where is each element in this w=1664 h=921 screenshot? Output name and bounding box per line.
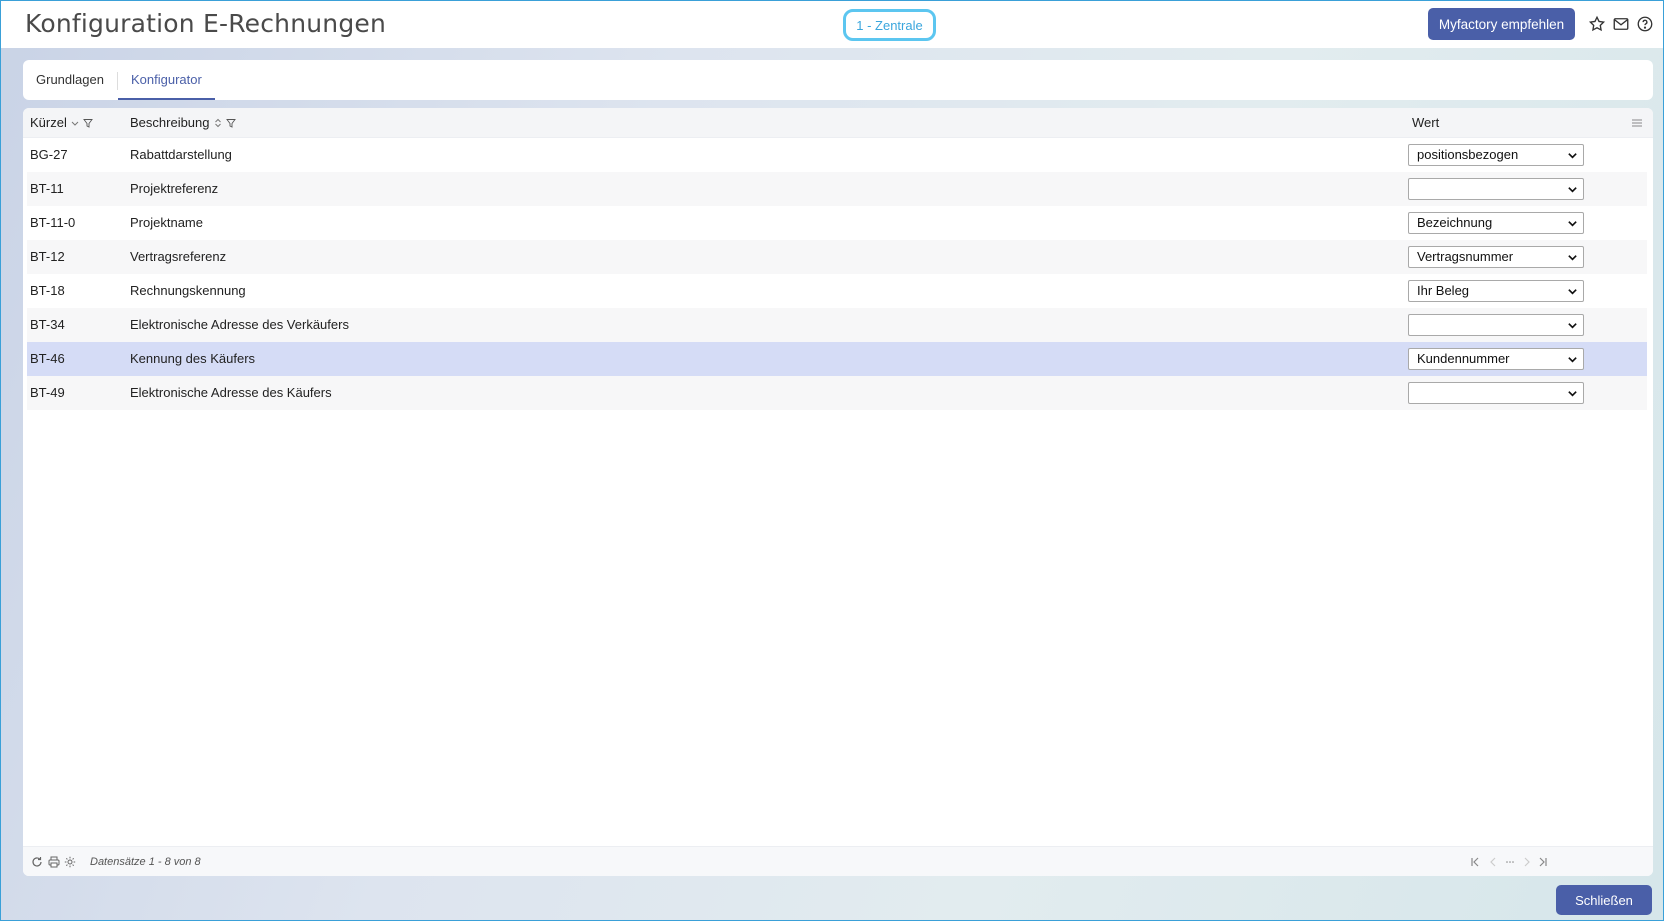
- description-cell: Elektronische Adresse des Käufers: [130, 385, 332, 400]
- next-page-icon[interactable]: [1521, 856, 1533, 868]
- prev-page-icon[interactable]: [1487, 856, 1499, 868]
- star-icon[interactable]: [1588, 15, 1606, 33]
- tab-grundlagen[interactable]: Grundlagen: [36, 60, 104, 100]
- code-cell: BT-12: [30, 249, 65, 264]
- table-row[interactable]: BT-11 Projektreferenz: [27, 172, 1647, 206]
- value-select-text: Bezeichnung: [1417, 215, 1493, 230]
- description-cell: Elektronische Adresse des Verkäufers: [130, 317, 349, 332]
- description-cell: Rabattdarstellung: [130, 147, 232, 162]
- column-label-code: Kürzel: [30, 115, 67, 130]
- page-title: Konfiguration E-Rechnungen: [25, 9, 387, 38]
- code-cell: BT-49: [30, 385, 65, 400]
- table-row[interactable]: BT-18 Rechnungskennung Ihr Beleg: [27, 274, 1647, 308]
- tenant-selector[interactable]: 1 - Zentrale: [843, 9, 936, 41]
- chevron-down-icon: [1568, 391, 1577, 397]
- code-cell: BG-27: [30, 147, 68, 162]
- value-select-text: Vertragsnummer: [1417, 249, 1514, 264]
- sort-icon[interactable]: [213, 118, 223, 128]
- column-label-value: Wert: [1412, 115, 1440, 130]
- code-cell: BT-34: [30, 317, 65, 332]
- records-count: Datensätze 1 - 8 von 8: [90, 856, 201, 868]
- filter-icon[interactable]: [225, 118, 236, 128]
- code-cell: BT-18: [30, 283, 65, 298]
- value-select[interactable]: Kundennummer: [1408, 348, 1584, 370]
- value-select[interactable]: Bezeichnung: [1408, 212, 1584, 234]
- recommend-button[interactable]: Myfactory empfehlen: [1428, 8, 1575, 40]
- table-row[interactable]: BG-27 Rabattdarstellung positionsbezogen: [27, 138, 1647, 172]
- print-icon[interactable]: [48, 856, 60, 868]
- description-cell: Projektname: [130, 215, 203, 230]
- chevron-down-icon: [1568, 357, 1577, 363]
- value-select[interactable]: [1408, 178, 1584, 200]
- value-select-text: positionsbezogen: [1417, 147, 1519, 162]
- chevron-down-icon: [1568, 289, 1577, 295]
- value-select[interactable]: [1408, 382, 1584, 404]
- column-label-description: Beschreibung: [130, 115, 210, 130]
- sort-down-icon[interactable]: [70, 118, 80, 128]
- table-row[interactable]: BT-34 Elektronische Adresse des Verkäufe…: [27, 308, 1647, 342]
- value-select-text: Kundennummer: [1417, 351, 1510, 366]
- first-page-icon[interactable]: [1469, 856, 1481, 868]
- chevron-down-icon: [1568, 255, 1577, 261]
- close-button[interactable]: Schließen: [1556, 885, 1652, 915]
- code-cell: BT-46: [30, 351, 65, 366]
- page-ellipsis-icon: [1506, 861, 1514, 863]
- value-select[interactable]: Ihr Beleg: [1408, 280, 1584, 302]
- help-icon[interactable]: [1636, 15, 1654, 33]
- settings-gear-icon[interactable]: [64, 856, 76, 868]
- value-select-text: Ihr Beleg: [1417, 283, 1470, 298]
- grid-header: Kürzel Beschreibung Wert: [23, 108, 1653, 138]
- value-select[interactable]: [1408, 314, 1584, 336]
- filter-icon[interactable]: [82, 118, 93, 128]
- chevron-down-icon: [1568, 323, 1577, 329]
- tab-bar: Grundlagen Konfigurator: [23, 60, 1653, 100]
- code-cell: BT-11-0: [30, 215, 76, 230]
- table-row[interactable]: BT-49 Elektronische Adresse des Käufers: [27, 376, 1647, 410]
- chevron-down-icon: [1568, 153, 1577, 159]
- tab-konfigurator[interactable]: Konfigurator: [118, 60, 215, 100]
- description-cell: Rechnungskennung: [130, 283, 246, 298]
- description-cell: Kennung des Käufers: [130, 351, 256, 366]
- last-page-icon[interactable]: [1537, 856, 1549, 868]
- value-select[interactable]: Vertragsnummer: [1408, 246, 1584, 268]
- table-row-selected[interactable]: BT-46 Kennung des Käufers Kundennummer: [27, 342, 1647, 376]
- mail-icon[interactable]: [1612, 15, 1630, 33]
- chevron-down-icon: [1568, 221, 1577, 227]
- column-header-code[interactable]: Kürzel: [30, 108, 93, 138]
- code-cell: BT-11: [30, 181, 64, 196]
- column-header-description[interactable]: Beschreibung: [130, 108, 236, 138]
- grid-footer: Datensätze 1 - 8 von 8: [23, 846, 1653, 876]
- table-row[interactable]: BT-12 Vertragsreferenz Vertragsnummer: [27, 240, 1647, 274]
- description-cell: Vertragsreferenz: [130, 249, 227, 264]
- chevron-down-icon: [1568, 187, 1577, 193]
- table-row[interactable]: BT-11-0 Projektname Bezeichnung: [27, 206, 1647, 240]
- column-header-value[interactable]: Wert: [1412, 108, 1439, 138]
- config-grid: Kürzel Beschreibung Wert BG-27 Rabattdar…: [23, 108, 1653, 876]
- column-menu-icon[interactable]: [1631, 117, 1643, 129]
- refresh-icon[interactable]: [31, 856, 43, 868]
- description-cell: Projektreferenz: [130, 181, 219, 196]
- app-header: Konfiguration E-Rechnungen 1 - Zentrale …: [1, 1, 1663, 48]
- value-select[interactable]: positionsbezogen: [1408, 144, 1584, 166]
